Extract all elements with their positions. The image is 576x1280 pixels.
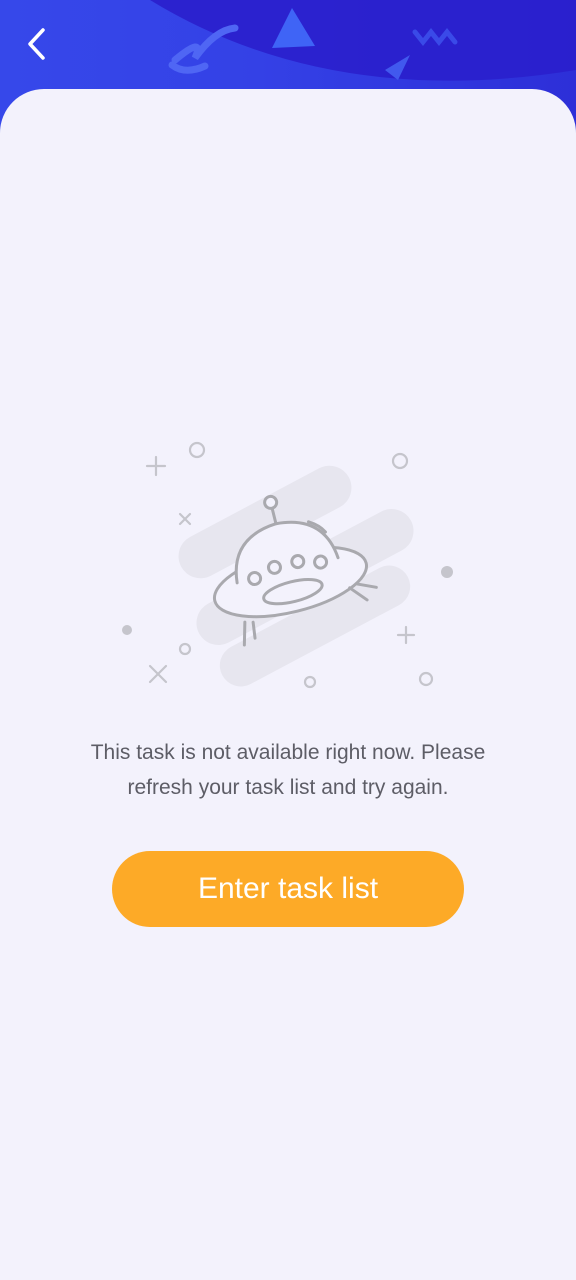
- enter-task-list-button[interactable]: Enter task list: [112, 851, 464, 927]
- chevron-left-icon: [28, 28, 45, 60]
- unavailable-message: This task is not available right now. Pl…: [90, 741, 486, 799]
- back-button[interactable]: [14, 22, 58, 66]
- ufo-icon: [122, 441, 453, 689]
